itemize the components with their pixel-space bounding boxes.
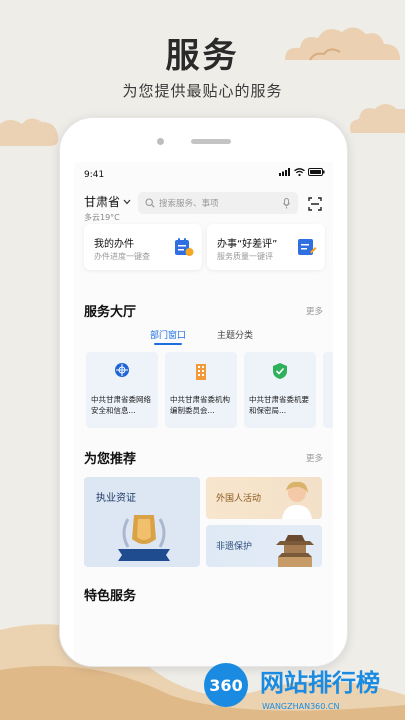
tab-theme-category[interactable]: 主题分类 bbox=[217, 328, 253, 341]
special-services-title: 特色服务 bbox=[84, 589, 137, 604]
status-icons bbox=[279, 168, 325, 176]
recommend-license-card[interactable]: 执业资证 bbox=[84, 477, 200, 567]
search-placeholder: 搜索服务、事项 bbox=[159, 199, 219, 209]
status-bar: 9:41 bbox=[74, 162, 333, 186]
service-rating-card[interactable]: 办事“好差评” 服务质量一键评 bbox=[207, 224, 325, 270]
phone-frame: 9:41 甘肃省 多云19°C 搜索服务、事项 我的办件 办件进度一键查 办事“… bbox=[59, 117, 348, 667]
department-card[interactable]: 中共甘肃省委网络安全和信息... bbox=[86, 352, 158, 428]
rating-edit-icon bbox=[298, 239, 317, 255]
recommend-more-link[interactable]: 更多 bbox=[306, 452, 323, 464]
recommend-heritage-card[interactable]: 非遗保护 bbox=[206, 525, 322, 567]
svg-text:360: 360 bbox=[209, 676, 242, 695]
status-time: 9:41 bbox=[84, 170, 105, 180]
svg-text:WANGZHAN360.CN: WANGZHAN360.CN bbox=[262, 702, 339, 711]
weather-label: 多云19°C bbox=[84, 213, 120, 222]
service-hall-title: 服务大厅 bbox=[84, 305, 137, 320]
department-name: 中共甘肃省委机要和保密局... bbox=[249, 395, 309, 415]
cloud-decoration-right bbox=[350, 104, 405, 133]
speaker-slot bbox=[191, 139, 231, 144]
department-card[interactable]: 中共甘肃省委机构编制委员会... bbox=[165, 352, 237, 428]
tab-department-window[interactable]: 部门窗口 bbox=[150, 328, 186, 345]
network-security-icon bbox=[115, 363, 129, 377]
cloud-decoration-left bbox=[0, 118, 59, 146]
app-screen: 9:41 甘肃省 多云19°C 搜索服务、事项 我的办件 办件进度一键查 办事“… bbox=[74, 162, 333, 666]
card-title: 我的办件 bbox=[94, 239, 134, 250]
building-icon bbox=[196, 364, 206, 380]
site-watermark-logo: 360 网站排行榜 WANGZHAN360.CN bbox=[204, 663, 380, 711]
signal-icon bbox=[279, 168, 290, 176]
card-subtitle: 服务质量一键评 bbox=[217, 252, 273, 261]
department-card-partial[interactable] bbox=[323, 352, 333, 428]
service-hall-tabs: 部门窗口 主题分类 bbox=[74, 328, 333, 348]
promo-title: 服务 bbox=[165, 36, 240, 76]
recommend-item-label: 非遗保护 bbox=[216, 542, 253, 552]
city-label: 甘肃省 bbox=[84, 195, 121, 209]
department-name: 中共甘肃省委网络安全和信息... bbox=[91, 395, 151, 415]
card-title: 办事“好差评” bbox=[217, 239, 278, 250]
document-progress-icon bbox=[175, 238, 194, 256]
department-name: 中共甘肃省委机构编制委员会... bbox=[170, 395, 230, 415]
service-hall-more-link[interactable]: 更多 bbox=[306, 305, 323, 317]
recommend-item-label: 外国人活动 bbox=[216, 494, 262, 504]
tower-building-icon bbox=[276, 535, 314, 567]
microphone-icon[interactable] bbox=[283, 197, 290, 209]
my-applications-card[interactable]: 我的办件 办件进度一键查 bbox=[84, 224, 202, 270]
recommend-foreigner-card[interactable]: 外国人活动 bbox=[206, 477, 322, 519]
certificate-badge-icon bbox=[118, 515, 170, 561]
camera-dot bbox=[157, 138, 164, 145]
battery-icon bbox=[308, 168, 325, 176]
search-input[interactable]: 搜索服务、事项 bbox=[138, 192, 298, 214]
recommend-title: 为您推荐 bbox=[84, 452, 137, 467]
phone-top-bezel bbox=[60, 118, 347, 158]
promo-subtitle: 为您提供最贴心的服务 bbox=[122, 82, 283, 100]
person-photo-icon bbox=[282, 481, 312, 519]
department-card[interactable]: 中共甘肃省委机要和保密局... bbox=[244, 352, 316, 428]
card-subtitle: 办件进度一键查 bbox=[94, 252, 150, 261]
svg-text:网站排行榜: 网站排行榜 bbox=[260, 669, 380, 697]
recommend-item-label: 执业资证 bbox=[96, 493, 136, 504]
chevron-down-icon bbox=[123, 199, 131, 204]
scan-icon[interactable] bbox=[308, 197, 322, 211]
location-selector[interactable]: 甘肃省 多云19°C bbox=[84, 193, 131, 223]
shield-check-icon bbox=[273, 363, 287, 379]
wifi-icon bbox=[294, 168, 305, 176]
search-icon bbox=[145, 198, 155, 208]
